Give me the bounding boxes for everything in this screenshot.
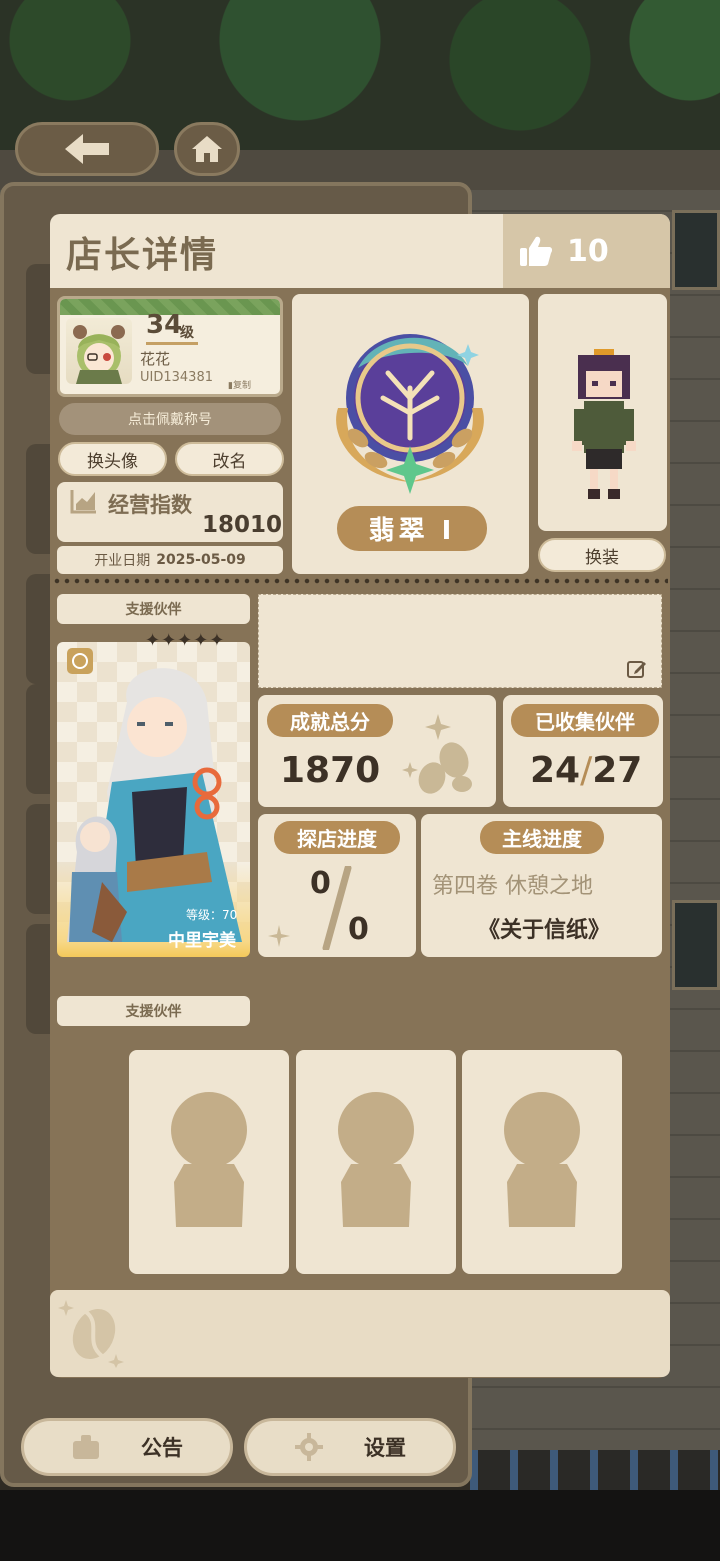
home-icon	[192, 136, 222, 162]
business-index-label: 经营指数	[108, 493, 192, 517]
change-avatar-button[interactable]: 换头像	[58, 442, 167, 476]
notice-button[interactable]: 公告	[21, 1418, 233, 1476]
collected-count: 24/27	[530, 750, 642, 791]
bottom-info-bar	[50, 1290, 670, 1377]
avatar-portrait	[73, 325, 125, 384]
back-button[interactable]	[15, 122, 159, 176]
copy-uid-button[interactable]: ▮复制	[228, 378, 251, 391]
building-window	[672, 900, 720, 990]
level-underline	[146, 342, 198, 345]
main-story-label: 主线进度	[480, 821, 604, 854]
business-index-value: 18010	[201, 512, 282, 538]
back-arrow-icon	[65, 134, 109, 164]
support-slot-empty[interactable]	[462, 1050, 622, 1274]
signature-box[interactable]	[258, 594, 662, 688]
main-story-chapter: 第四卷 休憩之地	[432, 874, 593, 899]
emerald-rank-badge-icon	[336, 334, 484, 494]
support-section-label: 支援伙伴	[57, 996, 250, 1026]
partner-level: 等级：70	[186, 908, 238, 922]
building-window	[672, 210, 720, 290]
silhouette-icon	[171, 1092, 247, 1227]
edit-icon	[627, 661, 646, 678]
support-slot-empty[interactable]	[296, 1050, 456, 1274]
coffee-beans-icon	[402, 714, 472, 794]
collected-label: 已收集伙伴	[511, 704, 659, 737]
open-date-label: 开业日期	[94, 553, 151, 569]
likes-count: 10	[567, 233, 609, 269]
silhouette-icon	[504, 1092, 580, 1227]
visit-progress-label: 探店进度	[274, 821, 400, 854]
level-unit: 级	[180, 325, 194, 341]
partner-name: 中里宇美	[168, 931, 236, 951]
change-outfit-button[interactable]: 换装	[538, 538, 666, 572]
avatar[interactable]	[66, 318, 132, 384]
achievement-label: 成就总分	[267, 704, 393, 737]
partner-section-label: 支援伙伴	[57, 594, 250, 624]
username: 花花	[140, 350, 171, 368]
visit-total: 0	[348, 912, 369, 947]
settings-label: 设置	[364, 1436, 406, 1460]
railing	[470, 1450, 720, 1490]
coffee-bean-icon	[58, 1300, 124, 1368]
notice-label: 公告	[141, 1436, 183, 1460]
wear-title-button[interactable]: 点击佩戴称号	[59, 403, 281, 435]
home-button[interactable]	[174, 122, 240, 176]
support-slot-empty[interactable]	[129, 1050, 289, 1274]
partner-star-rating: ✦✦✦✦✦	[145, 630, 226, 651]
level-number: 34	[146, 310, 183, 340]
rank-label: 翡翠 Ⅰ	[337, 506, 487, 551]
page-title: 店长详情	[66, 235, 219, 276]
rename-button[interactable]: 改名	[175, 442, 284, 476]
main-story-title: 《关于信纸》	[478, 918, 611, 943]
silhouette-icon	[338, 1092, 414, 1227]
thumbs-up-icon	[520, 236, 553, 266]
open-date: 开业日期 2025-05-09	[57, 546, 283, 574]
uid-text: UID134381	[140, 370, 213, 385]
sparkle-icon	[268, 925, 290, 947]
open-date-value: 2025-05-09	[156, 552, 246, 568]
achievement-value: 1870	[280, 750, 381, 791]
copy-label: 复制	[232, 381, 251, 391]
dotted-divider	[52, 578, 668, 584]
collected-separator: /	[580, 750, 593, 791]
chart-icon	[70, 490, 96, 514]
collected-total: 27	[592, 750, 643, 791]
collected-value: 24	[530, 750, 581, 791]
settings-button[interactable]: 设置	[244, 1418, 456, 1476]
likes-button[interactable]: 10	[503, 214, 670, 288]
notice-board-icon	[73, 1435, 99, 1459]
floor-strip	[0, 1490, 720, 1561]
gear-icon	[295, 1433, 323, 1461]
pixel-character-sprite	[572, 349, 636, 499]
